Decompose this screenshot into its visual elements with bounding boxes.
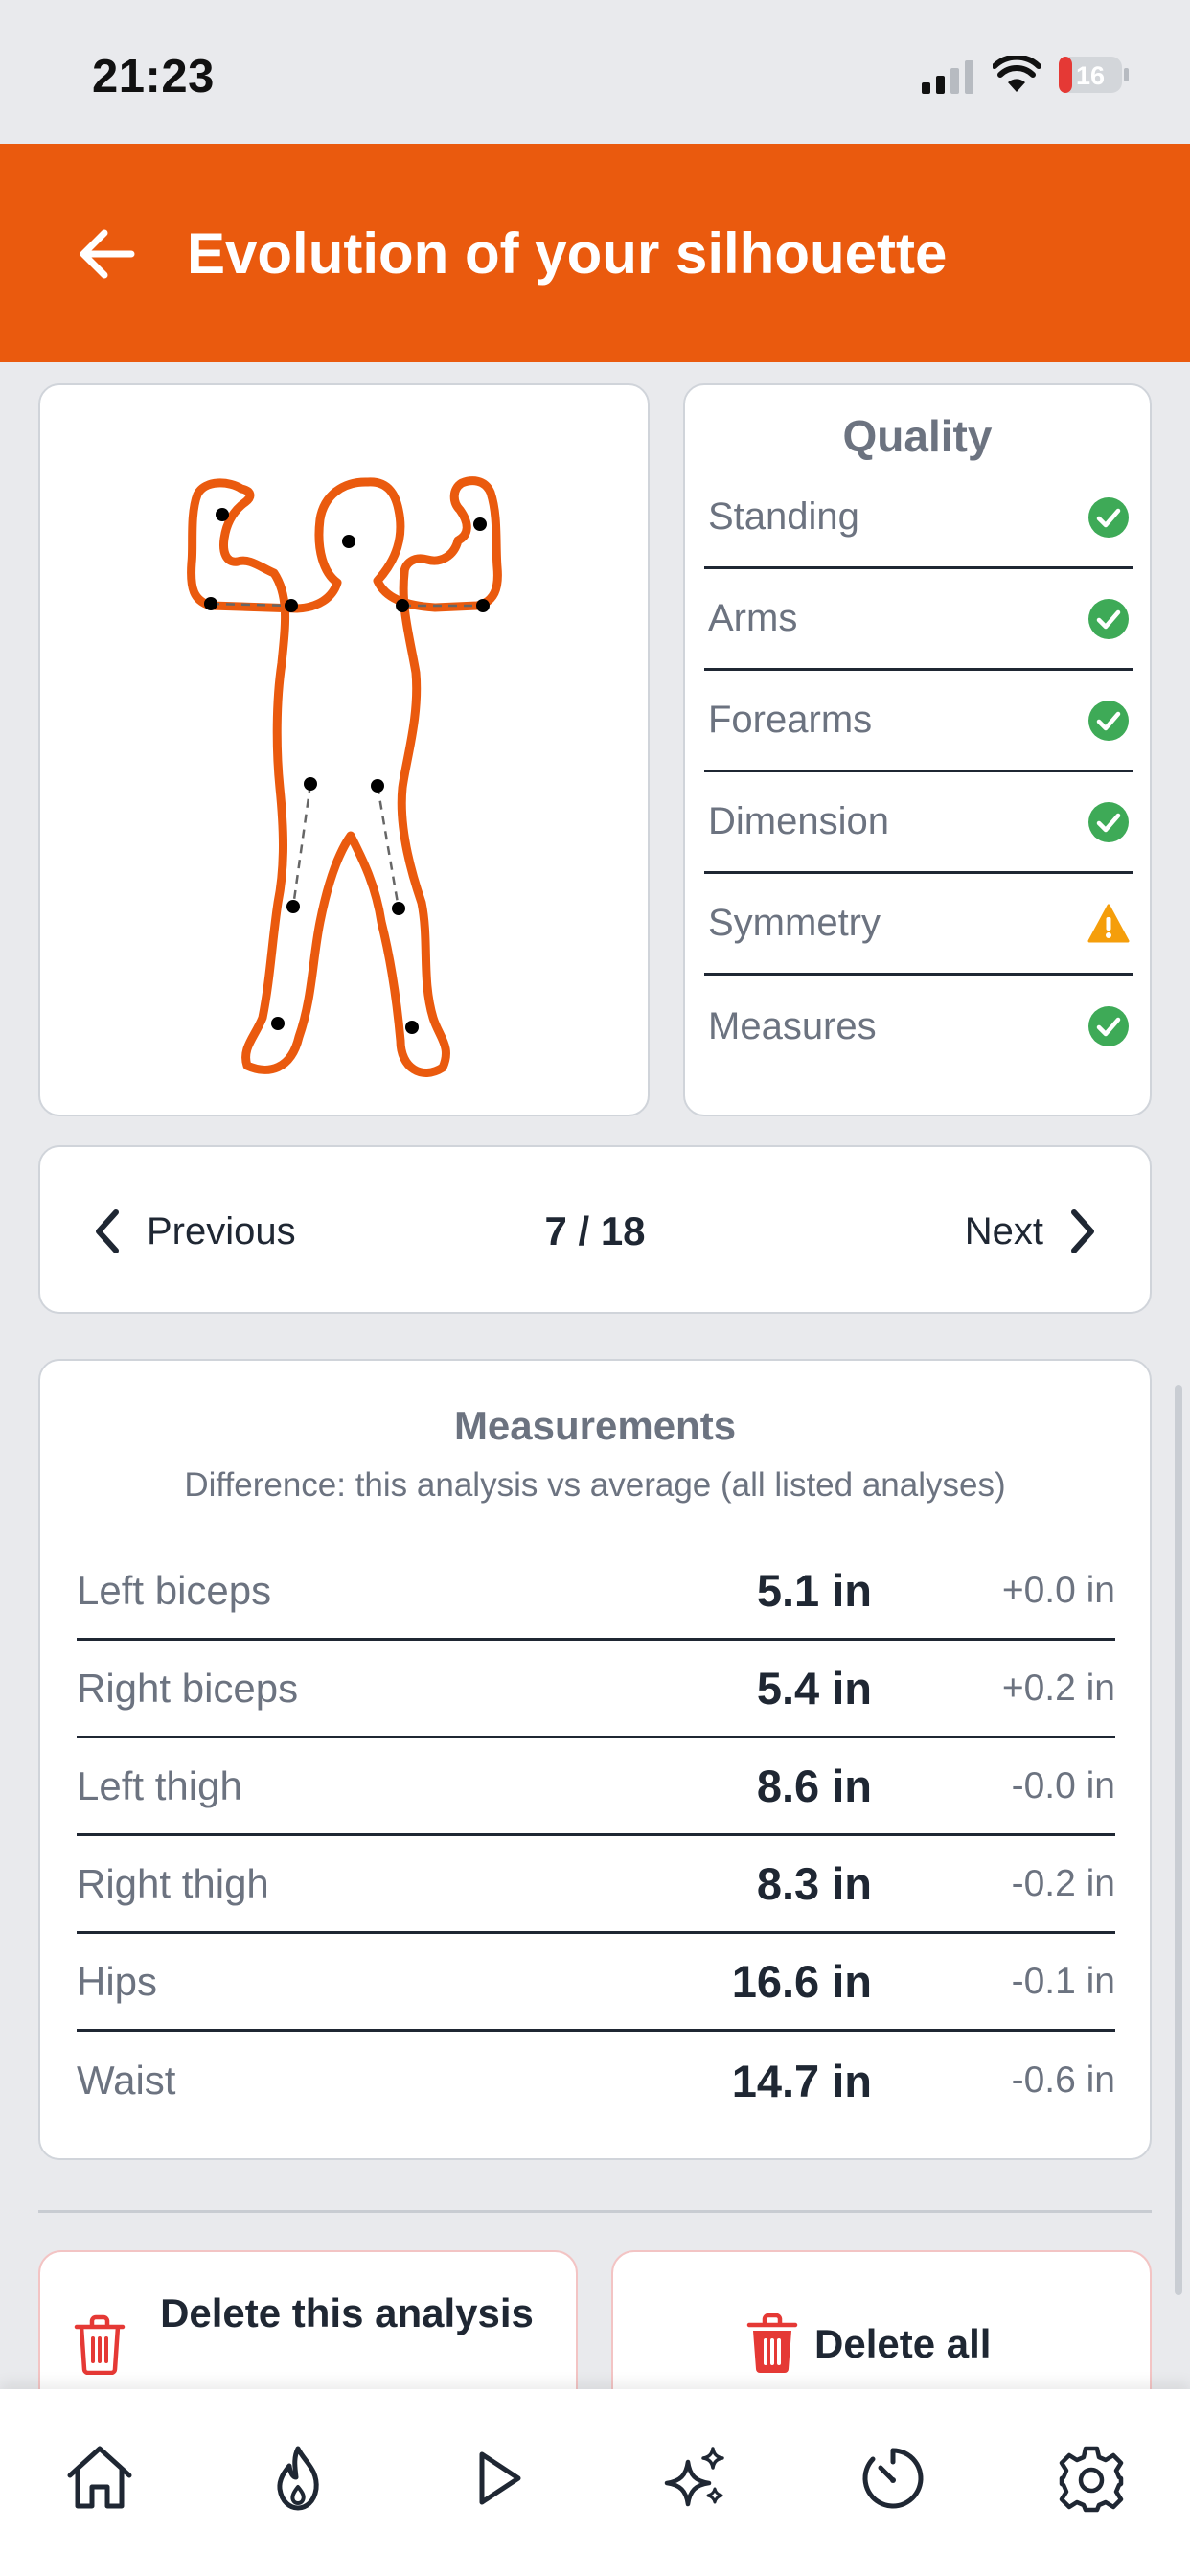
measurement-label: Left biceps — [77, 1567, 272, 1613]
measurement-row: Right biceps 5.4 in +0.2 in — [77, 1641, 1115, 1738]
quality-item-measures: Measures — [704, 976, 1133, 1077]
quality-card: Quality Standing Arms Forearms Dimension… — [683, 383, 1152, 1116]
check-circle-icon — [1087, 496, 1130, 539]
previous-label: Previous — [147, 1209, 296, 1253]
check-circle-icon — [1087, 1005, 1130, 1047]
quality-label: Standing — [708, 495, 859, 538]
next-button[interactable]: Next — [965, 1195, 1097, 1268]
scrollbar[interactable] — [1175, 1385, 1182, 2295]
measurement-label: Waist — [77, 2058, 176, 2103]
home-icon — [67, 2446, 131, 2509]
measurements-subtitle: Difference: this analysis vs average (al… — [184, 1466, 1006, 1504]
quality-label: Symmetry — [708, 902, 881, 944]
measurement-row: Left thigh 8.6 in -0.0 in — [77, 1738, 1115, 1836]
page-title: Evolution of your silhouette — [187, 221, 948, 286]
play-icon — [479, 2451, 520, 2505]
previous-button[interactable]: Previous — [93, 1195, 296, 1268]
check-circle-icon — [1087, 598, 1130, 640]
measurement-value: 5.1 in — [756, 1565, 872, 1616]
flame-icon — [276, 2446, 319, 2511]
quality-label: Arms — [708, 597, 798, 639]
status-bar: 21:23 16 — [0, 0, 1190, 144]
quality-item-standing: Standing — [704, 468, 1133, 569]
settings-gear-icon — [1059, 2446, 1123, 2513]
quality-item-arms: Arms — [704, 569, 1133, 671]
measurement-value: 5.4 in — [756, 1663, 872, 1714]
cellular-signal-icon — [922, 60, 973, 94]
chevron-right-icon — [1071, 1209, 1094, 1254]
measurement-value: 16.6 in — [731, 1956, 872, 2007]
check-circle-icon — [1087, 700, 1130, 742]
measurement-label: Hips — [77, 1958, 158, 2004]
warning-triangle-icon — [1087, 903, 1130, 945]
measurement-value: 8.3 in — [756, 1858, 872, 1909]
chevron-left-icon — [96, 1209, 119, 1254]
quality-title: Quality — [842, 411, 993, 461]
next-label: Next — [964, 1209, 1043, 1253]
timer-icon — [862, 2448, 923, 2509]
battery-level: 16 — [1076, 61, 1105, 90]
measurement-diff: -0.0 in — [1011, 1764, 1115, 1806]
tab-home[interactable] — [0, 2389, 198, 2576]
measurement-label: Right biceps — [77, 1665, 299, 1711]
measurement-row: Waist 14.7 in -0.6 in — [77, 2032, 1115, 2129]
wifi-icon — [993, 56, 1041, 92]
measurement-diff: -0.2 in — [1011, 1862, 1115, 1904]
measurement-diff: -0.1 in — [1011, 1960, 1115, 2002]
tab-play[interactable] — [397, 2389, 595, 2576]
pager-card: Previous 7 / 18 Next — [38, 1145, 1152, 1314]
measurements-title: Measurements — [453, 1403, 737, 1448]
arrow-left-icon — [80, 229, 135, 279]
measurements-card: Measurements Difference: this analysis v… — [38, 1359, 1152, 2160]
measurement-diff: +0.2 in — [1001, 1667, 1115, 1709]
quality-label: Forearms — [708, 699, 873, 741]
delete-all-label: Delete all — [814, 2321, 992, 2366]
measurement-diff: -0.6 in — [1011, 2059, 1115, 2101]
silhouette-card — [38, 383, 650, 1116]
quality-item-dimension: Dimension — [704, 772, 1133, 874]
measurement-value: 14.7 in — [731, 2055, 872, 2106]
status-time: 21:23 — [92, 51, 215, 103]
tab-ai[interactable] — [595, 2389, 793, 2576]
measurement-diff: +0.0 in — [1001, 1569, 1115, 1611]
measurement-row: Hips 16.6 in -0.1 in — [77, 1934, 1115, 2032]
delete-analysis-label: Delete this analysis — [160, 2290, 534, 2335]
measurement-row: Right thigh 8.3 in -0.2 in — [77, 1836, 1115, 1934]
measurement-label: Right thigh — [77, 1860, 269, 1906]
quality-list: Standing Arms Forearms Dimension Symmetr… — [704, 468, 1133, 1077]
tab-settings[interactable] — [992, 2389, 1190, 2576]
check-circle-icon — [1087, 801, 1130, 843]
back-button[interactable] — [73, 220, 140, 288]
trash-icon — [74, 2314, 126, 2375]
sparkles-icon — [664, 2447, 724, 2507]
quality-label: Measures — [708, 1004, 877, 1047]
quality-label: Dimension — [708, 800, 889, 842]
app-header: Evolution of your silhouette — [0, 144, 1190, 362]
battery-icon: 16 — [1059, 57, 1129, 93]
measurement-label: Left thigh — [77, 1762, 242, 1808]
measurement-value: 8.6 in — [756, 1760, 872, 1811]
silhouette-outline — [187, 476, 502, 1077]
quality-item-forearms: Forearms — [704, 671, 1133, 772]
bottom-tab-bar — [0, 2389, 1190, 2576]
measurement-row: Left biceps 5.1 in +0.0 in — [77, 1543, 1115, 1641]
section-divider — [38, 2210, 1152, 2213]
tab-timer[interactable] — [793, 2389, 992, 2576]
tab-flame[interactable] — [198, 2389, 397, 2576]
measurements-table: Left biceps 5.1 in +0.0 in Right biceps … — [77, 1543, 1115, 2129]
quality-item-symmetry: Symmetry — [704, 874, 1133, 976]
trash-icon — [746, 2313, 798, 2373]
